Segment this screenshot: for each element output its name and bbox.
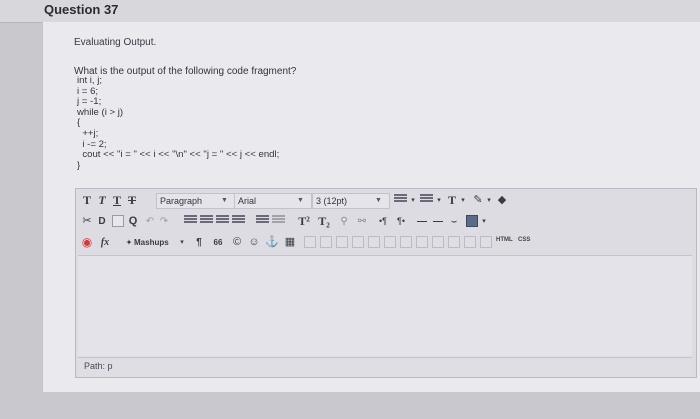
section-label: Evaluating Output. xyxy=(74,37,157,48)
chevron-down-icon[interactable]: ▾ xyxy=(435,193,443,208)
toolbar-row-2: ✂ D Q ↶ ↷ T² T₂ ⚲ ⚯ •¶ ¶• — — ⌣ ▾ xyxy=(76,212,696,232)
table-delete-row-icon[interactable] xyxy=(336,236,348,248)
mashups-button[interactable]: Mashups xyxy=(134,235,178,250)
bottom-strip xyxy=(0,392,700,419)
font-select-value: Arial xyxy=(238,196,257,206)
question-header: Question 37 xyxy=(0,0,700,23)
code-line: { xyxy=(77,117,81,129)
italic-button[interactable]: T xyxy=(96,193,108,208)
table-col-after-icon[interactable] xyxy=(368,236,380,248)
code-line: int i, j; xyxy=(77,75,103,86)
chevron-down-icon[interactable]: ▾ xyxy=(178,235,186,250)
highlight-pen-icon[interactable]: ✎ xyxy=(472,193,484,208)
superscript-button[interactable]: T² xyxy=(296,214,312,229)
toolbar-row-3: ◉ fx ✦ Mashups ▾ ¶ 66 © ☺ ⚓ ▦ HTML CSS xyxy=(76,233,696,253)
link-icon[interactable]: ⚲ xyxy=(338,214,350,229)
horizontal-rule-icon[interactable]: — xyxy=(416,214,428,229)
emoticon-icon[interactable]: ☺ xyxy=(248,235,260,250)
chevron-down-icon[interactable]: ▾ xyxy=(485,193,493,208)
blockquote-button[interactable]: 66 xyxy=(212,235,224,250)
subscript-button[interactable]: T₂ xyxy=(316,214,332,229)
special-char-icon[interactable]: © xyxy=(231,235,243,250)
unlink-icon[interactable]: ⚯ xyxy=(356,214,368,229)
font-size-select[interactable]: 3 (12pt) ▼ xyxy=(312,193,390,209)
paragraph-mark-button[interactable]: ¶ xyxy=(194,235,204,250)
indent-icon[interactable] xyxy=(256,215,269,227)
chevron-down-icon[interactable]: ▾ xyxy=(459,193,467,208)
find-icon[interactable]: Q xyxy=(127,214,139,229)
font-select[interactable]: Arial ▼ xyxy=(234,193,312,209)
table-row-props-icon[interactable] xyxy=(448,236,460,248)
spellcheck-toggle-icon[interactable] xyxy=(466,215,478,227)
paragraph-select[interactable]: Paragraph ▼ xyxy=(156,193,236,209)
table-merge-icon[interactable] xyxy=(416,236,428,248)
align-left-icon[interactable] xyxy=(184,215,197,227)
minus-icon[interactable]: — xyxy=(432,214,444,229)
mashups-icon: ✦ xyxy=(125,238,133,247)
code-line: ++j; xyxy=(77,127,99,139)
align-center-icon[interactable] xyxy=(200,215,213,227)
strikethrough-button[interactable]: T xyxy=(126,193,138,208)
question-title: Question 37 xyxy=(44,2,119,17)
anchor-icon[interactable]: ⚓ xyxy=(265,235,279,250)
insert-table-icon[interactable]: ▦ xyxy=(284,235,296,250)
editor-path-bar: Path: p xyxy=(78,357,692,376)
chevron-down-icon[interactable]: ▾ xyxy=(480,214,488,229)
chevron-down-icon: ▼ xyxy=(375,197,382,204)
table-row-before-icon[interactable] xyxy=(304,236,316,248)
underline-button[interactable]: T xyxy=(111,193,123,208)
code-line: cout << "i = " << i << "\n" << "j = " <<… xyxy=(77,149,280,161)
code-fragment: int i, j; i = 6; j = -1; while (i > j){ ++j… xyxy=(77,75,280,171)
outdent-icon[interactable] xyxy=(272,215,285,227)
table-delete-icon[interactable] xyxy=(464,236,476,248)
paragraph-select-value: Paragraph xyxy=(160,196,203,206)
spellcheck-icon[interactable]: ⌣ xyxy=(448,214,460,229)
bold-button[interactable]: T xyxy=(81,193,93,208)
table-delete-col-icon[interactable] xyxy=(384,236,396,248)
redo-icon[interactable]: ↷ xyxy=(158,214,170,229)
undo-icon[interactable]: ↶ xyxy=(144,214,156,229)
table-cell-props-icon[interactable] xyxy=(400,236,412,248)
record-icon[interactable]: ◉ xyxy=(81,235,93,250)
numbered-list-icon[interactable] xyxy=(420,194,433,206)
code-line: while (i > j) xyxy=(77,106,124,118)
code-line: i = 6; xyxy=(77,85,99,97)
text-color-button[interactable]: T xyxy=(446,193,458,208)
table-props-icon[interactable] xyxy=(480,236,492,248)
formula-button[interactable]: fx xyxy=(98,235,112,250)
table-row-after-icon[interactable] xyxy=(320,236,332,248)
table-col-before-icon[interactable] xyxy=(352,236,364,248)
chevron-down-icon: ▼ xyxy=(221,197,228,204)
chevron-down-icon[interactable]: ▾ xyxy=(409,193,417,208)
clear-format-icon[interactable]: ◆ xyxy=(496,193,508,208)
rich-text-editor: T T T T Paragraph ▼ Arial ▼ 3 (12pt) ▼ ▾… xyxy=(75,188,697,378)
table-split-icon[interactable] xyxy=(432,236,444,248)
editor-text-area[interactable] xyxy=(78,255,692,356)
path-label: Path: p xyxy=(84,361,113,371)
align-right-icon[interactable] xyxy=(216,215,229,227)
copy-icon[interactable]: D xyxy=(96,214,108,229)
ltr-direction-icon[interactable]: •¶ xyxy=(376,214,390,229)
chevron-down-icon: ▼ xyxy=(297,197,304,204)
paste-icon[interactable] xyxy=(112,215,124,227)
align-justify-icon[interactable] xyxy=(232,215,245,227)
html-button[interactable]: HTML xyxy=(496,237,513,243)
cut-icon[interactable]: ✂ xyxy=(81,214,93,229)
bullet-list-icon[interactable] xyxy=(394,194,407,206)
rtl-direction-icon[interactable]: ¶• xyxy=(394,214,408,229)
code-line: } xyxy=(77,159,81,171)
css-button[interactable]: CSS xyxy=(518,237,530,243)
font-size-select-value: 3 (12pt) xyxy=(316,196,348,206)
toolbar-row-1: T T T T Paragraph ▼ Arial ▼ 3 (12pt) ▼ ▾… xyxy=(76,191,696,211)
